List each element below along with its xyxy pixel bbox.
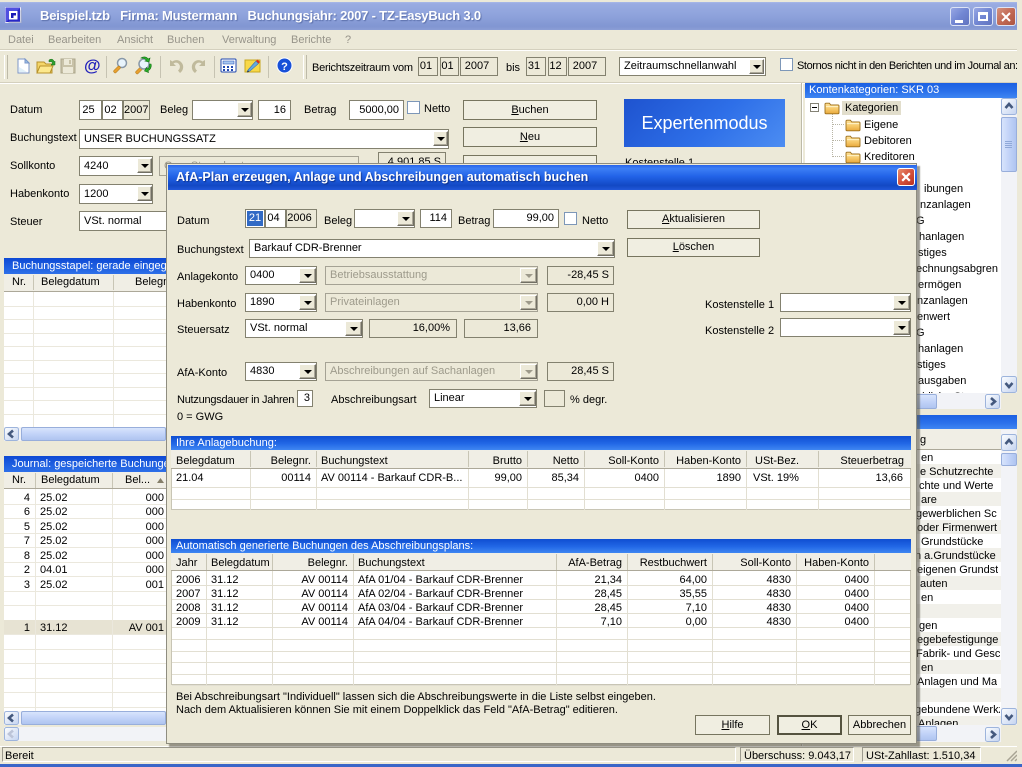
- svg-text:?: ?: [281, 61, 288, 73]
